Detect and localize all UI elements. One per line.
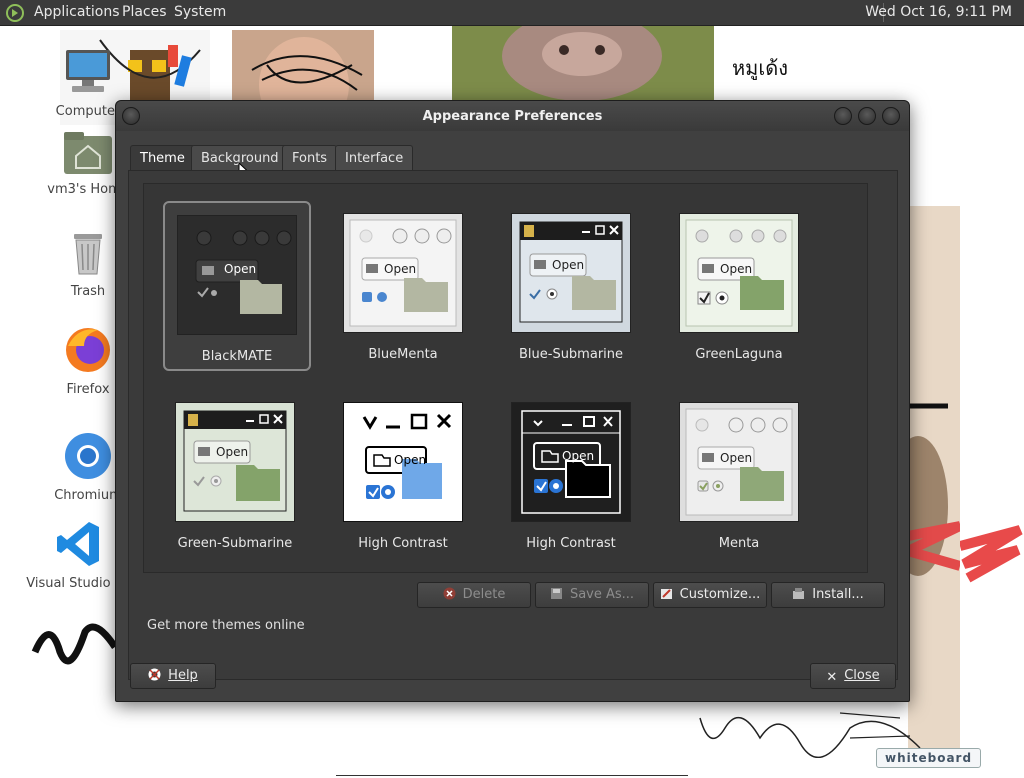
clock[interactable]: Wed Oct 16, 9:11 PM [865, 4, 1012, 20]
preview-open-label: Open [384, 262, 417, 276]
theme-item-bluementa[interactable]: Open BlueMenta [331, 201, 475, 367]
delete-button[interactable]: Delete [417, 582, 531, 608]
theme-item-greenlaguna[interactable]: Open GreenLaguna [667, 201, 811, 367]
minimize-icon[interactable] [834, 107, 852, 125]
theme-item-menta[interactable]: Open Menta [667, 390, 811, 556]
top-panel: Applications Places System Wed Oct 16, 9… [0, 0, 1024, 26]
install-label: Install... [812, 587, 864, 602]
theme-preview: Open [511, 402, 631, 522]
preview-open-label: Open [224, 262, 257, 276]
customize-icon [660, 589, 672, 599]
theme-preview: Open [343, 213, 463, 333]
theme-preview: Open [679, 402, 799, 522]
customize-button[interactable]: Customize... [653, 582, 767, 608]
window-titlebar[interactable]: Appearance Preferences [116, 101, 909, 131]
close-button[interactable]: ✕ Close [810, 663, 896, 689]
theme-name: Menta [718, 536, 760, 551]
computer-icon [66, 50, 110, 92]
theme-name: High Contrast [526, 536, 616, 551]
delete-icon [443, 587, 456, 600]
vscode-icon [57, 522, 99, 566]
tab-interface[interactable]: Interface [335, 145, 414, 172]
theme-item-high-contrast-inverse[interactable]: Open High Contrast [499, 390, 643, 556]
close-icon: ✕ [826, 670, 838, 685]
help-icon [148, 668, 161, 681]
theme-item-green-submarine[interactable]: Open Green-Submarine [163, 390, 307, 556]
wallpaper-thai-text: หมูเด้ง [732, 56, 788, 80]
firefox-icon [66, 328, 110, 372]
chromium-icon [65, 433, 111, 479]
theme-name: BlackMATE [201, 349, 273, 364]
mate-logo-icon[interactable] [6, 4, 24, 22]
maximize-icon[interactable] [858, 107, 876, 125]
theme-item-high-contrast[interactable]: Open High Contrast [331, 390, 475, 556]
preview-open-label: Open [552, 258, 585, 272]
theme-preview: Open [343, 402, 463, 522]
wallpaper-photo-hippo [452, 26, 714, 101]
places-menu[interactable]: Places [122, 4, 167, 20]
theme-list[interactable]: Open BlackMATE Open BlueMenta Open Blue-… [143, 183, 868, 573]
theme-tab-panel: Open BlackMATE Open BlueMenta Open Blue-… [128, 170, 898, 680]
theme-preview: Open [511, 213, 631, 333]
wallpaper-black-scribble [30, 612, 120, 682]
install-icon [793, 588, 805, 599]
preview-open-label: Open [394, 453, 427, 467]
install-button[interactable]: Install... [771, 582, 885, 608]
appearance-preferences-window: Appearance Preferences Theme Background … [115, 100, 910, 702]
close-label: Close [844, 668, 880, 683]
theme-item-blackmate[interactable]: Open BlackMATE [163, 201, 311, 371]
close-window-icon[interactable] [882, 107, 900, 125]
theme-preview: Open [177, 215, 297, 335]
preview-open-label: Open [216, 445, 249, 459]
help-button[interactable]: Help [130, 663, 216, 689]
tab-theme[interactable]: Theme [130, 145, 195, 172]
theme-item-blue-submarine[interactable]: Open Blue-Submarine [499, 201, 643, 367]
theme-name: High Contrast [358, 536, 448, 551]
theme-name: Blue-Submarine [518, 347, 624, 362]
applications-menu[interactable]: Applications [34, 4, 120, 20]
preview-open-label: Open [720, 451, 753, 465]
save-as-label: Save As... [569, 587, 635, 602]
theme-name: BlueMenta [368, 347, 438, 362]
trash-icon [74, 234, 102, 275]
whiteboard-logo: whiteboard [876, 748, 982, 768]
system-menu[interactable]: System [174, 4, 226, 20]
tab-fonts[interactable]: Fonts [282, 145, 338, 172]
save-as-button[interactable]: Save As... [535, 582, 649, 608]
get-more-themes-link[interactable]: Get more themes online [147, 618, 305, 633]
customize-label: Customize... [679, 587, 761, 602]
save-as-icon [550, 588, 562, 599]
theme-name: GreenLaguna [695, 347, 783, 362]
window-title: Appearance Preferences [422, 109, 603, 124]
wallpaper-red-scribble [958, 506, 1024, 606]
preview-open-label: Open [720, 262, 753, 276]
theme-preview: Open [679, 213, 799, 333]
delete-label: Delete [462, 587, 506, 602]
preview-open-label: Open [562, 449, 595, 463]
wallpaper-line [336, 775, 688, 776]
theme-preview: Open [175, 402, 295, 522]
wallpaper-right-strip [888, 206, 963, 766]
help-label: Help [168, 668, 198, 683]
theme-name: Green-Submarine [177, 536, 293, 551]
home-folder-icon [64, 132, 112, 174]
